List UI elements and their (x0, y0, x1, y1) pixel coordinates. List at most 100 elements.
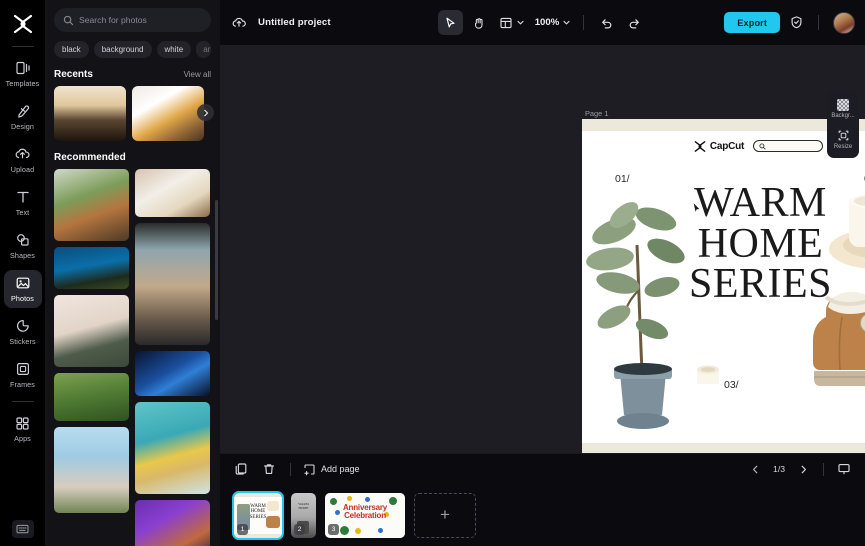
resize-icon (837, 129, 850, 142)
avatar[interactable] (833, 11, 855, 34)
app-root: Templates Design Upload Text Shapes Phot… (0, 0, 865, 546)
search-tags: black background white ar (54, 41, 212, 58)
duplicate-page-icon[interactable] (232, 460, 250, 478)
bottom-divider (290, 462, 291, 476)
sidebar-item-label: Stickers (9, 337, 36, 347)
shapes-icon (15, 232, 31, 249)
stickers-icon (15, 318, 31, 335)
keyboard-shortcuts-icon[interactable] (11, 520, 34, 538)
redo-icon (628, 16, 642, 30)
chevron-right-icon[interactable] (794, 460, 812, 478)
canvas-footer: www.capcut.com +123-456-7890 (582, 443, 865, 453)
undo-icon (599, 16, 613, 30)
layout-tool-button[interactable] (496, 10, 528, 35)
redo-button[interactable] (622, 10, 647, 35)
add-page-slot[interactable]: + (414, 492, 476, 538)
sidebar-item-upload[interactable]: Upload (4, 141, 42, 179)
capcut-logo-icon: CapCut (693, 140, 744, 153)
grid-column-left (54, 169, 129, 546)
add-page-button[interactable]: Add page (303, 463, 360, 476)
photo-thumbnail[interactable] (54, 247, 129, 289)
chevron-down-icon (562, 18, 571, 27)
select-tool-button[interactable] (437, 10, 463, 35)
search-input[interactable]: Search for photos (79, 15, 147, 25)
photo-thumbnail[interactable] (54, 427, 129, 513)
design-canvas[interactable]: CapCut WARM HOME SERIES 01/ 03/ (582, 119, 865, 453)
tag-chip[interactable]: black (54, 41, 89, 58)
export-button[interactable]: Export (724, 12, 780, 33)
present-icon[interactable] (835, 460, 853, 478)
rail-bottom-area (0, 520, 45, 538)
chevron-left-icon[interactable] (746, 460, 764, 478)
cloud-sync-icon[interactable] (230, 14, 248, 32)
background-checker-icon (837, 99, 849, 111)
sidebar-item-label: Upload (10, 165, 35, 175)
sidebar-item-apps[interactable]: Apps (4, 410, 42, 448)
canvas-artboard: WARM HOME SERIES 01/ 02/ 03/ 04/ (582, 161, 865, 443)
upload-cloud-icon (14, 146, 31, 163)
sidebar-item-stickers[interactable]: Stickers (4, 313, 42, 351)
marker-01: 01/ (615, 173, 630, 185)
boot-illustration (802, 281, 865, 401)
toolbar-divider-2 (818, 15, 819, 30)
apps-grid-icon (15, 415, 30, 432)
panel-scrollbar[interactable] (215, 200, 218, 320)
search-icon (759, 142, 766, 150)
canvas-brand-header: CapCut (582, 131, 865, 161)
frames-icon (15, 361, 31, 378)
photo-thumbnail[interactable] (135, 402, 210, 494)
recent-photo[interactable] (54, 86, 126, 141)
photo-thumbnail[interactable] (54, 169, 129, 241)
resize-button[interactable]: Resize (829, 126, 857, 153)
photo-thumbnail[interactable] (54, 295, 129, 367)
hand-icon (472, 16, 486, 30)
sidebar-item-photos[interactable]: Photos (3, 270, 42, 308)
tag-chip[interactable]: white (156, 41, 192, 58)
view-all-link[interactable]: View all (184, 70, 211, 79)
page-thumbnail[interactable]: Anniversary Celebration 3 (325, 492, 405, 538)
canvas-brand-name: CapCut (709, 140, 745, 152)
sidebar-item-templates[interactable]: Templates (4, 55, 42, 93)
bottom-toolbar: Add page 1/3 (220, 453, 865, 484)
tag-chip[interactable]: background (93, 41, 152, 58)
background-button[interactable]: Backgr... (829, 96, 857, 122)
resize-label: Resize (833, 144, 853, 150)
sidebar-item-label: Photos (11, 294, 34, 304)
sidebar-item-frames[interactable]: Frames (4, 356, 42, 394)
sidebar-item-label: Templates (5, 79, 40, 89)
recents-row (54, 86, 214, 141)
project-title[interactable]: Untitled project (258, 17, 331, 28)
toolbar-right-group: Export (724, 11, 855, 34)
recents-title: Recents (54, 69, 93, 80)
search-bar[interactable]: Search for photos (54, 8, 211, 32)
shield-check-icon[interactable] (789, 15, 804, 30)
page-thumbnail[interactable]: WARM HOME 2 (291, 492, 316, 538)
photo-thumbnail[interactable] (54, 373, 129, 421)
capcut-logo-icon[interactable] (8, 10, 38, 38)
zoom-control[interactable]: 100% (532, 10, 575, 35)
sidebar-item-label: Text (15, 208, 30, 218)
sidebar-item-design[interactable]: Design (4, 98, 42, 136)
rail-divider (11, 46, 34, 47)
cursor-arrow-icon (443, 16, 457, 30)
photo-thumbnail[interactable] (135, 169, 210, 217)
sidebar-item-label: Shapes (10, 251, 35, 261)
photo-thumbnail[interactable] (135, 223, 210, 345)
chevron-right-icon[interactable] (197, 104, 214, 121)
templates-icon (15, 60, 31, 77)
sidebar-item-text[interactable]: Text (4, 184, 42, 222)
canvas-stage[interactable]: Page 1 CapCut WARM HOME SERIES 01/ 03/ B… (220, 45, 865, 453)
right-float-panel: Backgr... Resize (827, 91, 859, 158)
top-toolbar: Untitled project 100% Export (220, 0, 865, 45)
photo-thumbnail[interactable] (135, 351, 210, 396)
recent-photo[interactable] (132, 86, 204, 141)
recommended-grid (54, 169, 211, 546)
hand-tool-button[interactable] (467, 10, 492, 35)
tag-chip[interactable]: ar (196, 41, 212, 58)
trash-icon[interactable] (260, 460, 278, 478)
photo-thumbnail[interactable] (135, 500, 210, 546)
undo-button[interactable] (593, 10, 618, 35)
mug-illustration (825, 179, 865, 274)
sidebar-item-shapes[interactable]: Shapes (4, 227, 42, 265)
page-thumbnail[interactable]: WARM HOME SERIES 1 (232, 490, 284, 540)
